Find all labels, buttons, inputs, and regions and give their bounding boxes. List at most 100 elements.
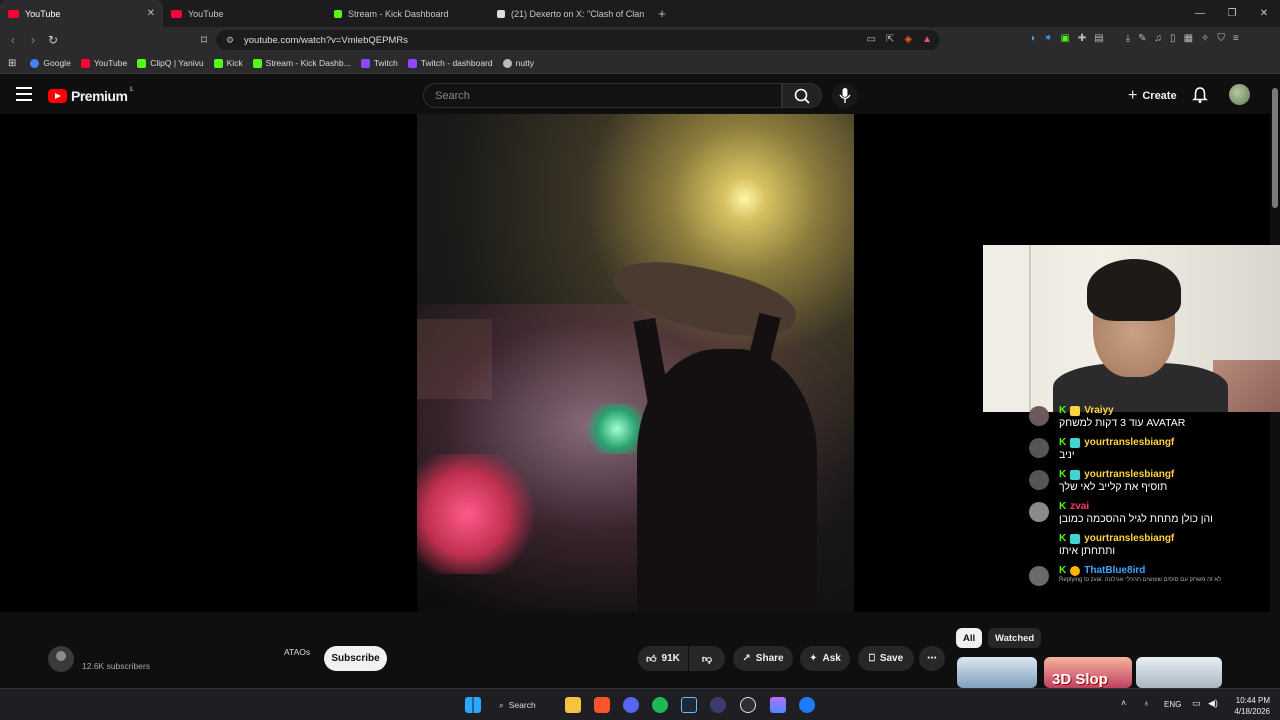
sparkle-icon: ✦ [809, 653, 818, 664]
video-frame[interactable] [417, 114, 854, 612]
subscribe-button[interactable]: Subscribe [324, 646, 387, 671]
address-bar-row: ‹ › ↻ ⌑ ⚙ youtube.com/watch?v=VmlebQEPMR… [0, 27, 1280, 53]
taskbar-search[interactable]: ⌕ Search [499, 696, 536, 714]
extension-icon[interactable]: ✎ [1138, 33, 1146, 44]
brave-browser-icon[interactable] [594, 697, 610, 713]
kick-badge-icon: K [1059, 469, 1067, 480]
wallet-icon[interactable]: ▦ [1184, 33, 1193, 44]
bookmark-nutty[interactable]: nutty [502, 58, 534, 68]
close-window-icon[interactable]: ✕ [1248, 0, 1280, 27]
extensions-puzzle-icon[interactable]: ✚ [1078, 33, 1086, 44]
bookmark-google[interactable]: Google [30, 58, 71, 68]
close-tab-icon[interactable]: ✕ [147, 8, 155, 19]
file-explorer-icon[interactable] [565, 697, 581, 713]
ask-button[interactable]: ✦ Ask [800, 646, 850, 671]
bookmark-twitch-dashboard[interactable]: Twitch - dashboard [407, 58, 493, 68]
new-tab-button[interactable]: + [652, 6, 672, 21]
extension-icon[interactable]: ✶ [1044, 33, 1052, 44]
share-button[interactable]: ↗ Share [733, 646, 793, 671]
search-icon [794, 88, 810, 104]
windows-start-icon[interactable] [465, 697, 481, 713]
restore-icon[interactable]: ❐ [1216, 0, 1248, 27]
bookmark-kick-dashboard[interactable]: Stream - Kick Dashb... [252, 58, 351, 68]
sidebar-icon[interactable]: ▯ [1170, 33, 1176, 44]
brave-shield-icon[interactable]: ◈ [904, 34, 912, 45]
save-button[interactable]: ⎕ Save [858, 646, 914, 671]
extension-icon[interactable]: ▣ [1060, 33, 1069, 44]
search-button[interactable] [782, 83, 822, 108]
create-button[interactable]: + Create [1120, 83, 1185, 108]
voice-search-button[interactable] [832, 83, 858, 108]
youtube-premium-logo[interactable]: Premium IL [48, 87, 134, 104]
chat-text: יניב [1059, 449, 1075, 461]
hamburger-menu-icon[interactable] [16, 87, 32, 101]
youtube-header: Premium IL Search + Create [0, 75, 1280, 115]
url-field[interactable]: ⚙ youtube.com/watch?v=VmlebQEPMRs ▭ ⇱ ◈ … [216, 30, 940, 50]
tab-youtube-active[interactable]: YouTube ✕ [0, 0, 163, 27]
bookmark-clipq[interactable]: ClipQ | Yanivu [137, 58, 204, 68]
webcam-background [983, 245, 1031, 412]
menu-icon[interactable]: ≡ [1233, 33, 1239, 44]
app-icon[interactable] [770, 697, 786, 713]
tab-youtube[interactable]: YouTube [163, 0, 326, 27]
site-info-icon[interactable]: ⚙ [226, 35, 234, 46]
page-scrollbar[interactable] [1272, 88, 1278, 208]
notifications-bell-icon[interactable] [1191, 86, 1209, 104]
apps-grid-icon[interactable]: ⊞ [8, 58, 16, 69]
keyboard-language[interactable]: ENG [1164, 700, 1181, 709]
youtube-play-icon [48, 89, 67, 103]
forward-arrow-icon[interactable]: › [23, 33, 43, 47]
search-icon: ⌕ [499, 699, 504, 710]
sub-badge-icon [1070, 405, 1081, 416]
logo-text: Premium [71, 88, 128, 104]
chip-watched[interactable]: Watched [988, 628, 1042, 648]
spotify-icon[interactable] [652, 697, 668, 713]
like-button[interactable]: 👍︎ 91K [638, 646, 688, 671]
extension-icon[interactable]: ◗ [1030, 33, 1036, 44]
bookmark-youtube[interactable]: YouTube [80, 58, 127, 68]
tab-kick-dashboard[interactable]: Stream - Kick Dashboard [326, 0, 489, 27]
discord-icon[interactable] [623, 697, 639, 713]
app-icon[interactable] [799, 697, 815, 713]
tab-x-dexerto[interactable]: (21) Dexerto on X: "Clash of Clans ha [489, 0, 652, 27]
back-arrow-icon[interactable]: ‹ [3, 33, 23, 47]
chat-message: Kyourtranslesbiangf תוסיף את קלייב לאי ש… [1025, 468, 1265, 493]
extension-icon[interactable]: ▤ [1094, 33, 1103, 44]
search-input[interactable]: Search [423, 83, 782, 108]
channel-avatar[interactable] [48, 646, 74, 672]
app-icon[interactable] [710, 697, 726, 713]
more-actions-button[interactable]: ⋯ [919, 646, 945, 671]
chat-avatar [1029, 566, 1049, 586]
bookmark-twitch[interactable]: Twitch [360, 58, 398, 68]
download-icon[interactable]: ⤓ [1126, 33, 1130, 44]
channel-name[interactable]: ATAOs [284, 647, 310, 657]
microphone-icon[interactable]: ♁ [1143, 698, 1150, 708]
recommended-thumbnail[interactable]: 3D Slop [1044, 657, 1132, 688]
chat-avatar [1029, 406, 1049, 426]
chat-text: והן כולן מתחת לגיל ההסכמה כמובן [1059, 513, 1213, 525]
share-page-icon[interactable]: ⇱ [886, 34, 894, 45]
account-avatar[interactable] [1229, 84, 1250, 105]
chip-all[interactable]: All [956, 628, 983, 648]
brave-rewards-icon[interactable]: ▲ [922, 34, 932, 45]
recommended-thumbnail[interactable] [1136, 657, 1222, 688]
bookmark-kick[interactable]: Kick [213, 58, 243, 68]
network-icon[interactable]: ▭ [1192, 698, 1201, 709]
music-icon[interactable]: ♫ [1155, 33, 1163, 44]
recommended-thumbnail[interactable] [957, 657, 1037, 688]
cast-icon[interactable]: ▭ [867, 34, 876, 45]
taskbar-clock[interactable]: 10:44 PM 4/18/2026 [1226, 695, 1270, 717]
chatgpt-icon[interactable] [740, 697, 756, 713]
chat-text: ותתחתן איתו [1059, 545, 1116, 557]
subscriber-count: 12.6K subscribers [82, 661, 151, 671]
leo-ai-icon[interactable]: ✧ [1201, 33, 1209, 44]
reload-icon[interactable]: ↻ [43, 33, 63, 47]
bookmark-icon[interactable]: ⌑ [194, 33, 214, 47]
speaker-icon[interactable]: ◀) [1208, 698, 1218, 709]
dislike-button[interactable]: 👎︎ [689, 646, 725, 671]
vpn-icon[interactable]: ⛉ [1217, 33, 1225, 44]
kick-badge-icon: K [1059, 533, 1067, 544]
minimize-icon[interactable]: — [1184, 0, 1216, 27]
steam-icon[interactable] [681, 697, 697, 713]
tray-chevron-icon[interactable]: ˄ [1121, 698, 1126, 708]
